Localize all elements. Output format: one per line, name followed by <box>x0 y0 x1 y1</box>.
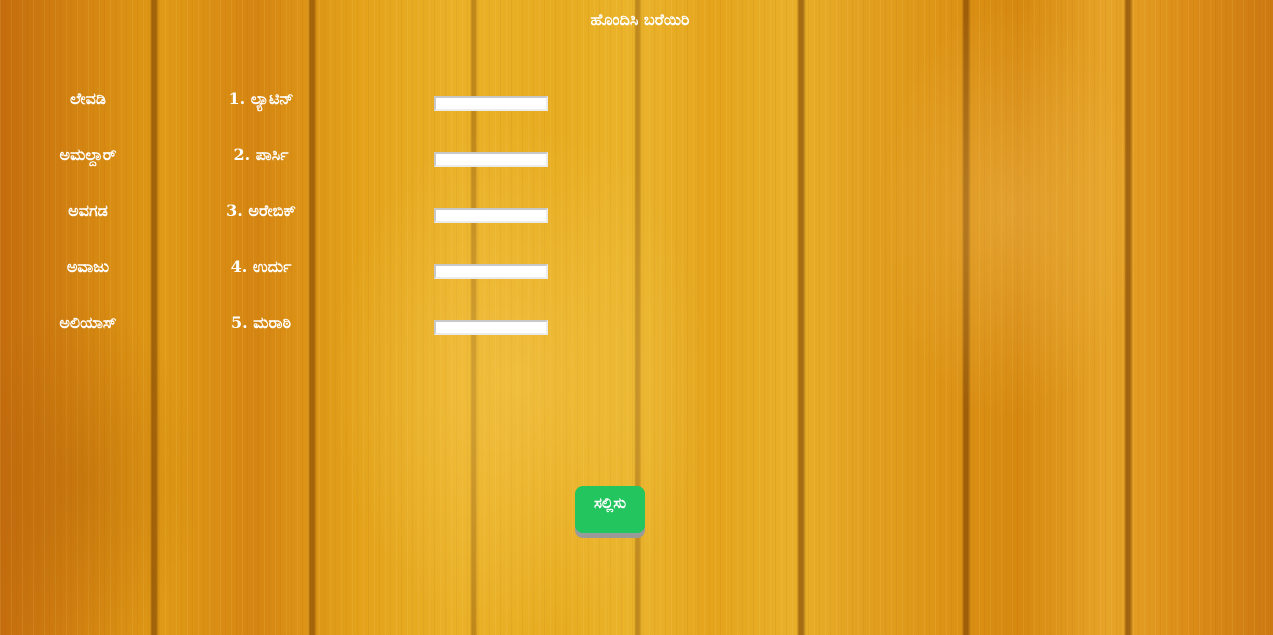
wood-highlight <box>330 120 710 635</box>
match-row: ಅವಗಡ 3. ಅರೇಬಿಕ್ <box>0 201 600 229</box>
match-row: ಅವಾಜು 4. ಉರ್ದು <box>0 257 600 285</box>
wood-highlight <box>880 0 1140 420</box>
match-row: ಅಲಿಯಾಸ್ 5. ಮರಾಠಿ <box>0 313 600 341</box>
language-option: 5. ಮರಾಠಿ <box>230 313 292 332</box>
word-label: ಅಮಲ್ದಾರ್ <box>59 145 117 164</box>
word-label: ಅವಗಡ <box>68 201 108 220</box>
wood-shadow <box>0 300 200 635</box>
page-title: ಹೊಂದಿಸಿ ಬರೆಯಿರಿ <box>590 10 690 29</box>
language-option: 3. ಅರೇಬಿಕ್ <box>226 201 296 220</box>
match-row: ಅಮಲ್ದಾರ್ 2. ಪಾರ್ಸಿ <box>0 145 600 173</box>
word-label: ಅವಾಜು <box>66 257 110 276</box>
answer-input[interactable] <box>434 264 548 279</box>
answer-input[interactable] <box>434 320 548 335</box>
answer-input[interactable] <box>434 96 548 111</box>
language-option: 1. ಲ್ಯಾಟಿನ್ <box>228 89 294 108</box>
language-option: 2. ಪಾರ್ಸಿ <box>233 145 289 164</box>
answer-input[interactable] <box>434 152 548 167</box>
answer-input[interactable] <box>434 208 548 223</box>
word-label: ಲೇವಡಿ <box>70 89 106 108</box>
word-label: ಅಲಿಯಾಸ್ <box>59 313 117 332</box>
match-row: ಲೇವಡಿ 1. ಲ್ಯಾಟಿನ್ <box>0 89 600 117</box>
submit-button[interactable]: ಸಲ್ಲಿಸು <box>575 486 645 533</box>
language-option: 4. ಉರ್ದು <box>230 257 292 276</box>
